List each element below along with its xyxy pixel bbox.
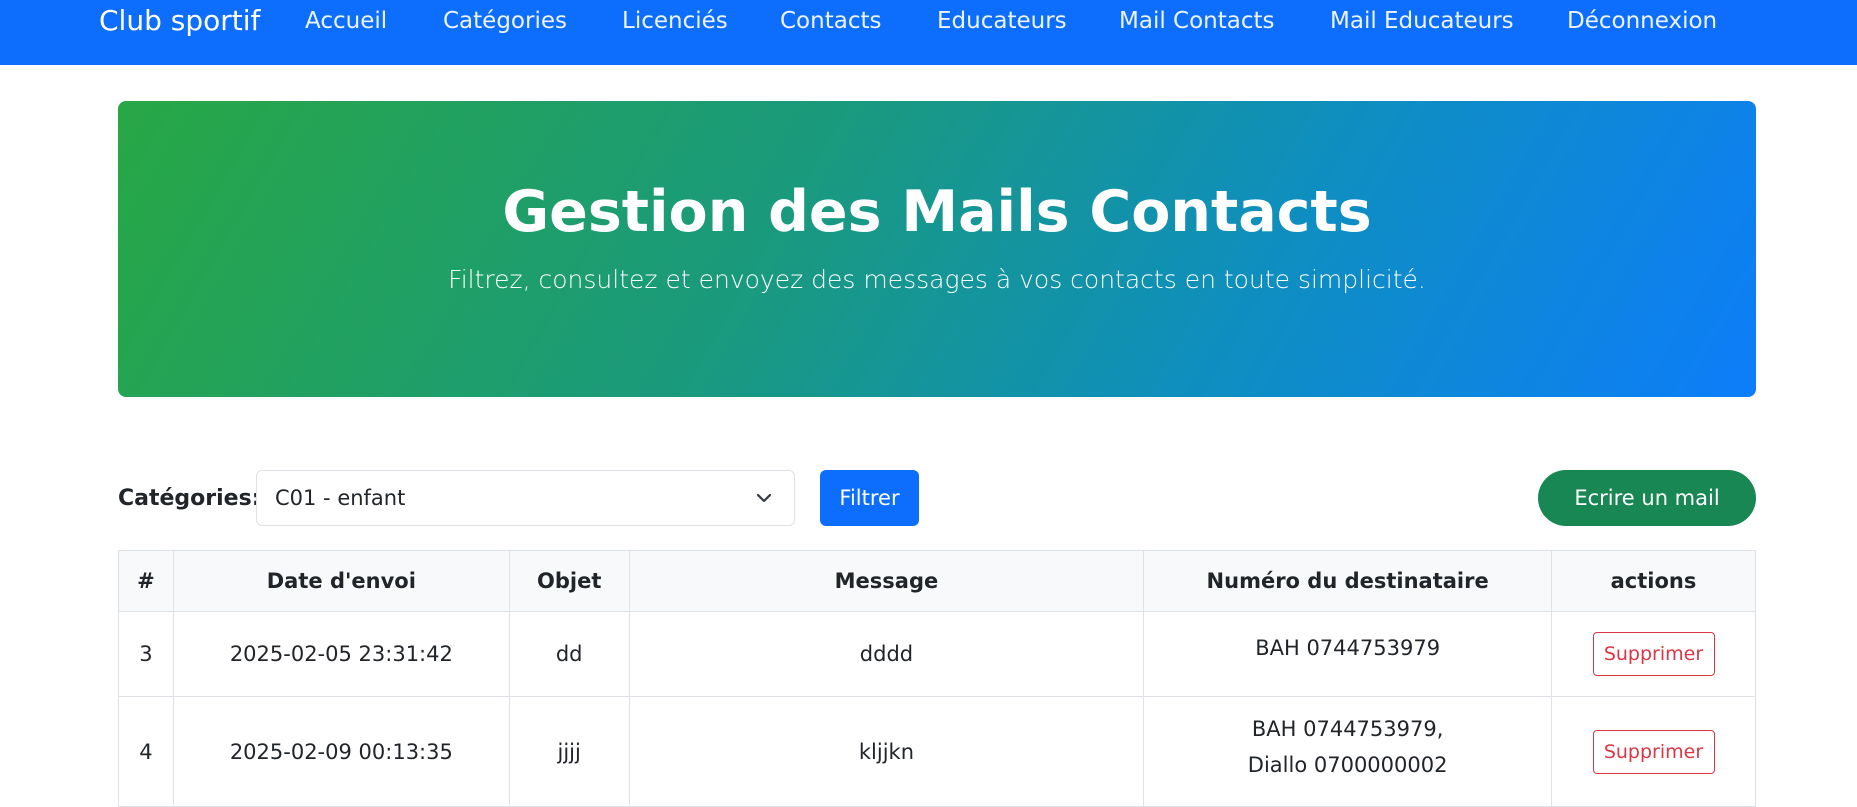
table-header-row: # Date d'envoi Objet Message Numéro du d… — [118, 550, 1756, 612]
nav-item-categories[interactable]: Catégories — [443, 7, 567, 35]
nav-item-contacts[interactable]: Contacts — [780, 7, 881, 35]
cell-message: kljjkn — [628, 696, 1145, 807]
cell-actions: Supprimer — [1551, 696, 1756, 807]
nav-item-educateurs[interactable]: Educateurs — [937, 7, 1067, 35]
page-subtitle: Filtrez, consultez et envoyez des messag… — [448, 265, 1426, 294]
column-header-date: Date d'envoi — [172, 550, 510, 612]
delete-button[interactable]: Supprimer — [1592, 729, 1715, 774]
chevron-down-icon — [756, 493, 772, 503]
cell-recipient: BAH 0744753979, Diallo 0700000002 — [1143, 696, 1553, 807]
column-header-recipient: Numéro du destinataire — [1143, 550, 1553, 612]
column-header-message: Message — [628, 550, 1145, 612]
table-row: 4 2025-02-09 00:13:35 jjjj kljjkn BAH 07… — [118, 696, 1756, 807]
table-row: 3 2025-02-05 23:31:42 dd dddd BAH 074475… — [118, 611, 1756, 697]
cell-date: 2025-02-09 00:13:35 — [172, 696, 510, 807]
cell-id: 4 — [118, 696, 174, 807]
cell-actions: Supprimer — [1551, 611, 1756, 697]
nav-item-mail-educateurs[interactable]: Mail Educateurs — [1330, 7, 1514, 35]
recipient-line: BAH 0744753979, — [1251, 717, 1444, 741]
write-mail-button[interactable]: Ecrire un mail — [1538, 470, 1756, 526]
category-select[interactable]: C01 - enfant — [256, 470, 795, 526]
nav-item-deconnexion[interactable]: Déconnexion — [1567, 7, 1717, 35]
hero-banner: Gestion des Mails Contacts Filtrez, cons… — [118, 101, 1756, 397]
recipient-line: Diallo 0700000002 — [1247, 753, 1448, 777]
column-header-id: # — [118, 550, 174, 612]
category-select-value: C01 - enfant — [275, 486, 406, 510]
cell-recipient: BAH 0744753979 — [1143, 611, 1553, 697]
cell-id: 3 — [118, 611, 174, 697]
cell-subject: dd — [508, 611, 630, 697]
category-filter-label: Catégories: — [118, 486, 261, 511]
filter-button[interactable]: Filtrer — [820, 470, 919, 526]
cell-date: 2025-02-05 23:31:42 — [172, 611, 510, 697]
cell-subject: jjjj — [508, 696, 630, 807]
nav-item-licencies[interactable]: Licenciés — [622, 7, 728, 35]
recipient-line: BAH 0744753979 — [1255, 636, 1441, 660]
mail-contacts-table: # Date d'envoi Objet Message Numéro du d… — [118, 550, 1756, 807]
brand-link[interactable]: Club sportif — [99, 4, 260, 38]
nav-item-mail-contacts[interactable]: Mail Contacts — [1119, 7, 1275, 35]
page-title: Gestion des Mails Contacts — [502, 179, 1372, 245]
delete-button[interactable]: Supprimer — [1592, 632, 1715, 676]
nav-item-accueil[interactable]: Accueil — [305, 7, 387, 35]
top-navbar: Club sportif Accueil Catégories Licencié… — [0, 0, 1857, 65]
cell-message: dddd — [628, 611, 1145, 697]
column-header-actions: actions — [1551, 550, 1756, 612]
column-header-subject: Objet — [508, 550, 630, 612]
